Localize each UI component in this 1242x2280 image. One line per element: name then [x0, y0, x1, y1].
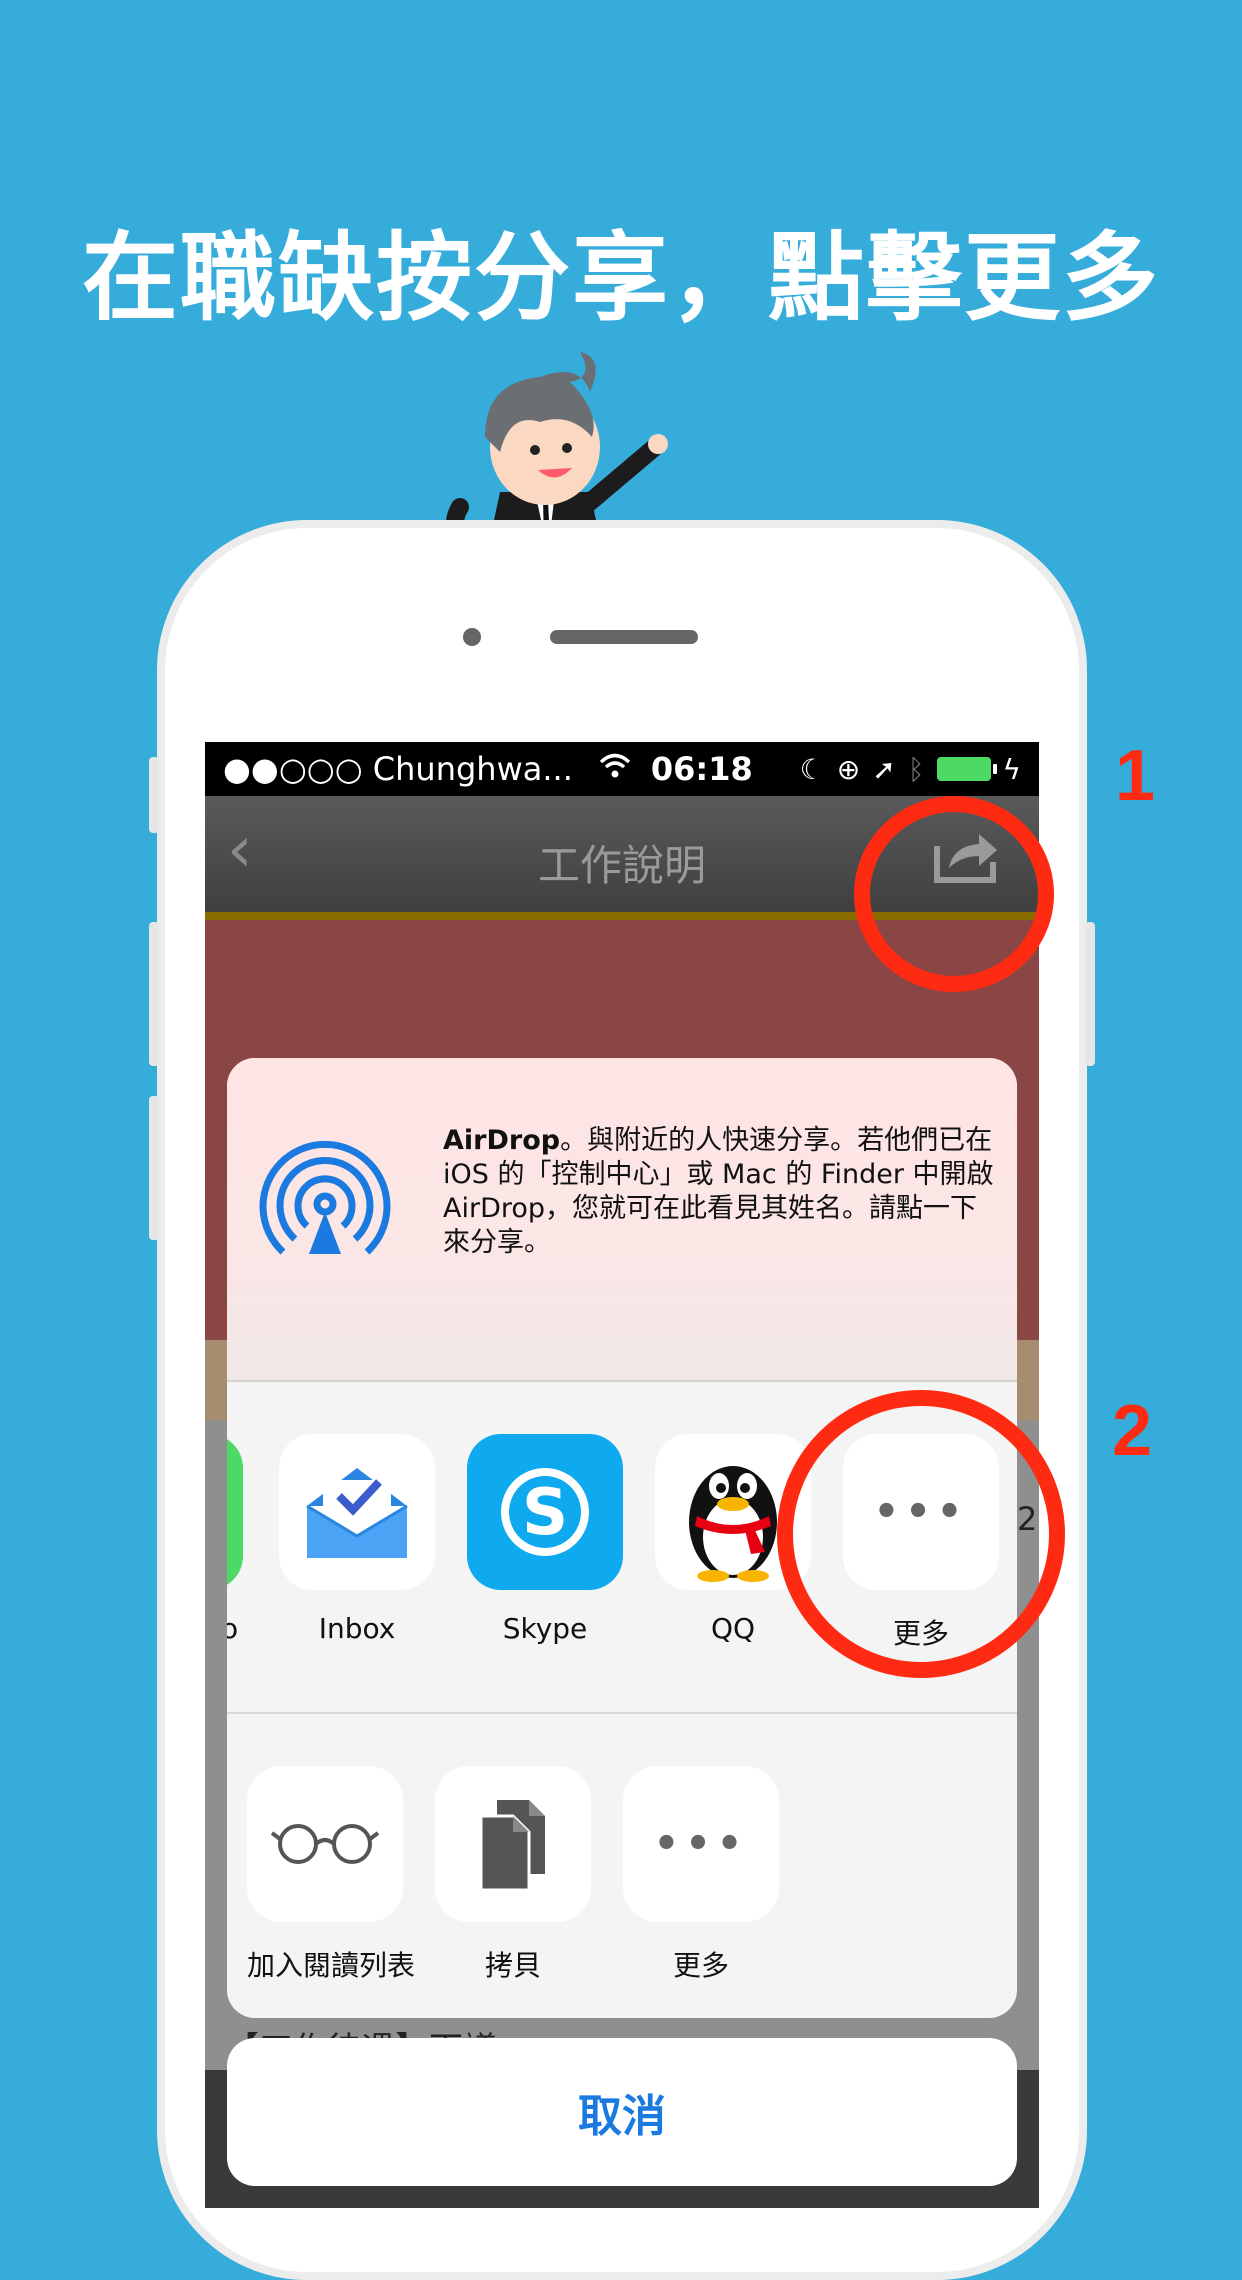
location-arrow-icon: ➚ [872, 752, 896, 786]
copy-icon [435, 1766, 591, 1922]
status-time: 06:18 [650, 750, 753, 788]
front-camera [463, 628, 481, 646]
more-dots-icon: ••• [623, 1766, 779, 1922]
moon-icon: ☾ [799, 752, 825, 786]
app-label: Inbox [318, 1612, 396, 1645]
app-label: QQ [710, 1612, 756, 1645]
share-app-inbox[interactable]: Inbox [279, 1434, 435, 1645]
airdrop-description: AirDrop。與附近的人快速分享。若他們已在 iOS 的「控制中心」或 Mac… [443, 1124, 1003, 1260]
carrier-label: ●●○○○ Chunghwa... [223, 750, 573, 788]
skype-icon: S [467, 1434, 623, 1590]
svg-text:S: S [522, 1476, 568, 1550]
add-to-reading-list-button[interactable]: 加入閱讀列表 [247, 1766, 416, 1984]
copy-button[interactable]: 拷貝 [435, 1766, 591, 1984]
share-app-skype[interactable]: S Skype [467, 1434, 623, 1645]
action-label: 拷貝 [484, 1949, 541, 1982]
headline: 在職缺按分享，點擊更多 [82, 222, 1160, 334]
app-label: o [227, 1612, 239, 1645]
airdrop-icon [259, 1140, 391, 1255]
cancel-button[interactable]: 取消 [227, 2038, 1017, 2186]
status-bar: ●●○○○ Chunghwa... 06:18 ☾ ⊕ ➚ ᛒ ϟ [205, 742, 1039, 796]
step-number-1: 1 [1115, 736, 1156, 816]
annotation-circle-more [777, 1390, 1065, 1678]
rotation-lock-icon: ⊕ [836, 752, 861, 786]
share-actions-row: 加入閱讀列表 拷貝 ••• 更多 [227, 1714, 1017, 2018]
bluetooth-icon: ᛒ [907, 752, 925, 786]
inbox-icon [279, 1434, 435, 1590]
battery-icon [936, 757, 997, 781]
phone-volume-up [149, 922, 159, 1066]
wifi-icon [599, 752, 631, 787]
messages-app-partial-icon[interactable] [227, 1434, 243, 1590]
earpiece-speaker [550, 630, 698, 644]
airdrop-title: AirDrop [443, 1125, 561, 1156]
phone-volume-down [149, 1096, 159, 1240]
step-number-2: 2 [1112, 1391, 1153, 1471]
action-label: 加入閱讀列表 [247, 1949, 416, 1982]
charging-icon: ϟ [1002, 752, 1021, 786]
phone-power-button [1085, 922, 1095, 1066]
glasses-icon [247, 1766, 403, 1922]
annotation-circle-share [854, 796, 1054, 992]
app-label: Skype [502, 1612, 588, 1645]
phone-mute-switch [149, 757, 159, 833]
action-label: 更多 [672, 1949, 729, 1982]
airdrop-section[interactable]: AirDrop。與附近的人快速分享。若他們已在 iOS 的「控制中心」或 Mac… [227, 1058, 1017, 1382]
action-more-button[interactable]: ••• 更多 [623, 1766, 779, 1984]
